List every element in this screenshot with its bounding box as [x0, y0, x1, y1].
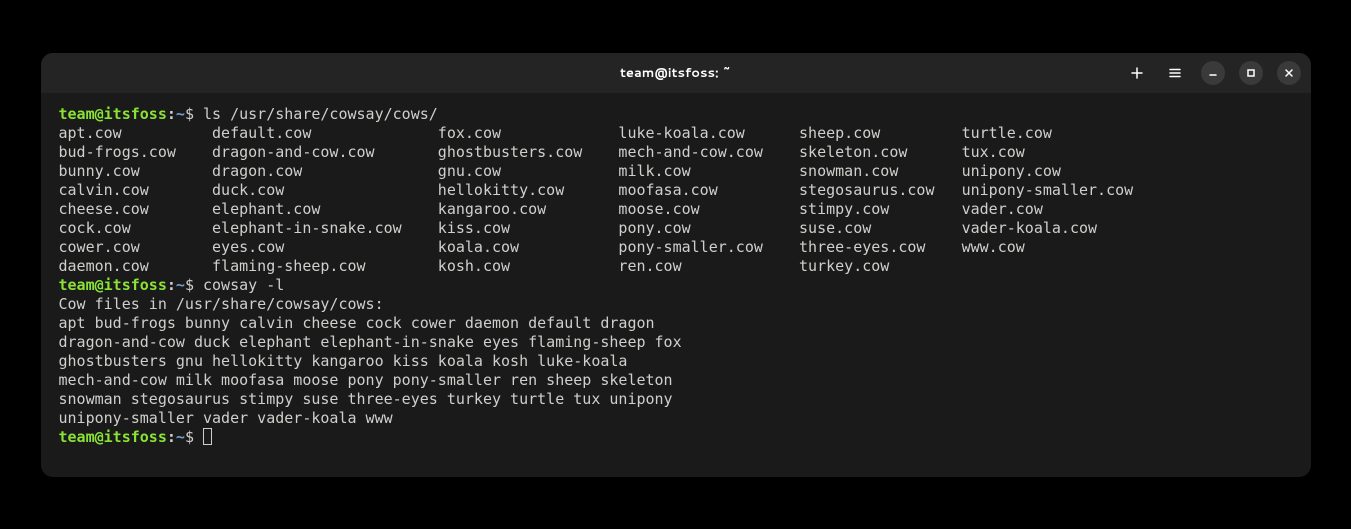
- cowsay-header: Cow files in /usr/share/cowsay/cows:: [59, 295, 384, 313]
- terminal-window: team@itsfoss: ~ team@itsfoss:~$ ls /usr/…: [41, 53, 1311, 477]
- cursor: [203, 428, 212, 445]
- command-2: cowsay -l: [203, 276, 284, 294]
- prompt-path: ~: [176, 105, 185, 123]
- minimize-button[interactable]: [1201, 61, 1225, 85]
- hamburger-menu-icon[interactable]: [1163, 61, 1187, 85]
- prompt-userhost: team@itsfoss: [59, 105, 167, 123]
- close-button[interactable]: [1277, 61, 1301, 85]
- command-1: ls /usr/share/cowsay/cows/: [203, 105, 438, 123]
- prompt-symbol: $: [185, 105, 194, 123]
- ls-output: apt.cow default.cow fox.cow luke-koala.c…: [59, 124, 1293, 276]
- titlebar-controls: [1125, 61, 1301, 85]
- window-title: team@itsfoss: ~: [620, 64, 731, 82]
- maximize-button[interactable]: [1239, 61, 1263, 85]
- titlebar: team@itsfoss: ~: [41, 53, 1311, 93]
- new-tab-button[interactable]: [1125, 61, 1149, 85]
- terminal-output[interactable]: team@itsfoss:~$ ls /usr/share/cowsay/cow…: [41, 93, 1311, 477]
- cowsay-output: apt bud-frogs bunny calvin cheese cock c…: [59, 314, 1293, 428]
